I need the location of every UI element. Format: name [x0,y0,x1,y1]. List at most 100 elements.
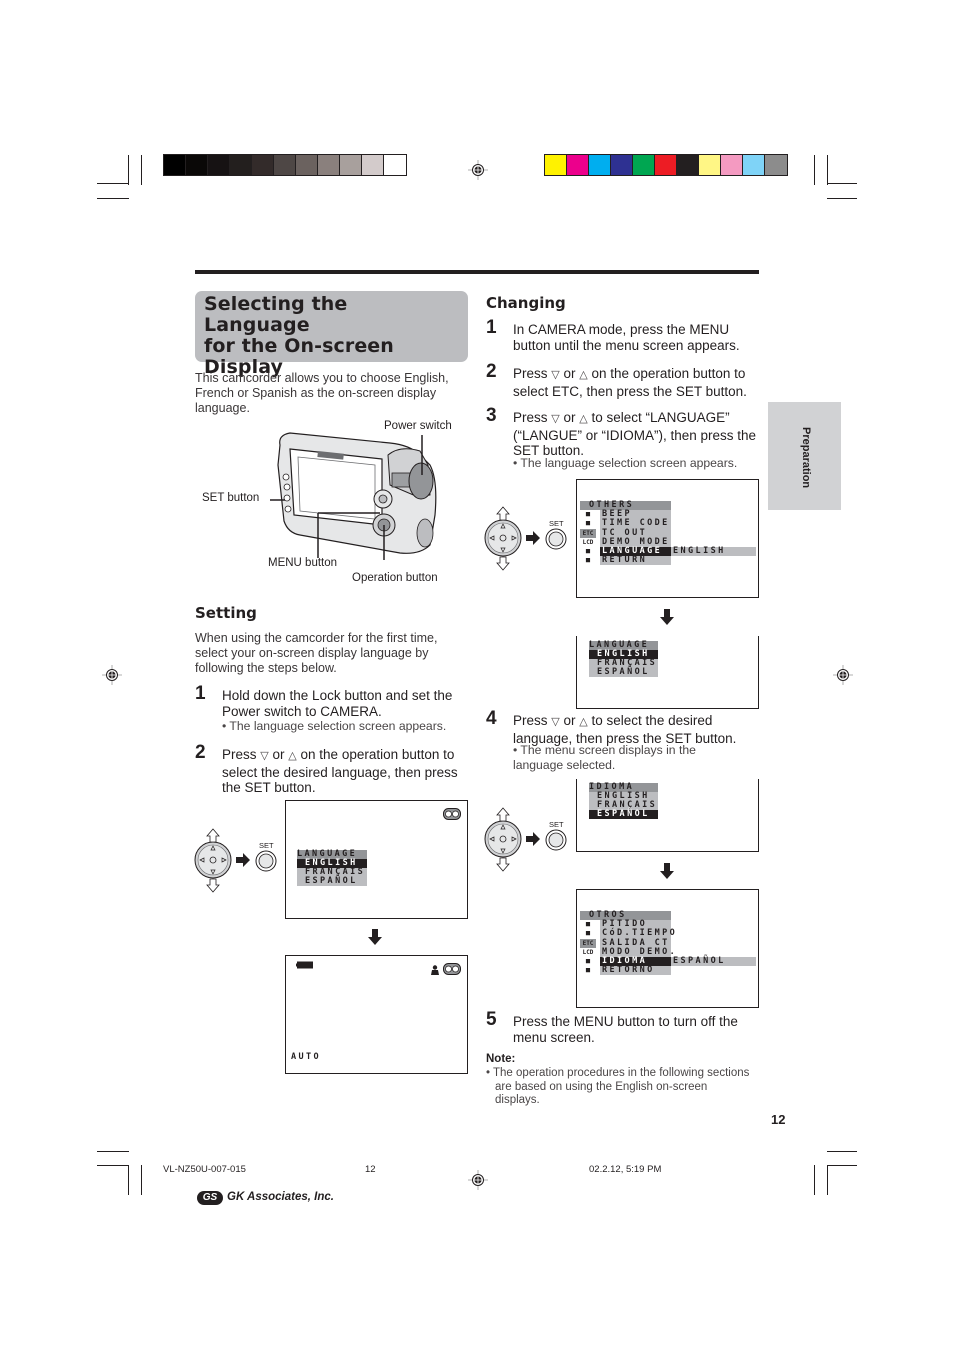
color-swatch [677,155,699,175]
gray-swatch [252,155,274,175]
section-tab-label: Preparation [800,427,812,489]
page-title: Selecting the Language for the On-screen… [195,291,468,381]
down-triangle-icon: ▽ [260,750,269,762]
changing-heading: Changing [486,294,566,312]
color-swatch [545,155,567,175]
up-triangle-icon: △ [288,750,297,762]
step-instruction: to select “LANGUAGE” (“LANGUE” or “IDIOM… [513,410,757,458]
gray-swatch [208,155,230,175]
operation-button-icon [484,506,567,571]
camcorder-illustration [262,425,445,573]
changing-step-3-number: 3 [486,405,497,426]
color-swatch [567,155,589,175]
arrow-down-icon [660,609,674,625]
down-triangle-icon: ▽ [551,716,560,728]
color-swatch [655,155,677,175]
osd-menu-value: ENGLISH [671,546,756,557]
setting-language-screen: LANGUAGE ENGLISH FRANÇAIS ESPAÑOL [285,800,468,919]
operation-diagram: SET [483,807,573,872]
color-swatch [699,155,721,175]
lcd-icon: LCD [580,537,596,547]
registration-mark-icon [833,665,853,685]
press-text: Press [513,366,548,381]
gray-swatch [296,155,318,175]
operation-diagram: SET [193,828,283,893]
arrow-down-icon [660,863,674,879]
gray-swatch [318,155,340,175]
clock-icon: ■ [580,957,596,967]
gray-swatch [384,155,406,175]
intro-text: This camcorder allows you to choose Engl… [195,371,449,415]
footer-doc-id: VL-NZ50U-007-015 [163,1164,246,1175]
press-text: Press [513,410,548,425]
changing-step-5-number: 5 [486,1009,497,1030]
person-icon [431,965,439,975]
changing-step-1-text: In CAMERA mode, press the MENU button un… [513,322,740,353]
changing-step-1-number: 1 [486,317,497,338]
camcorder-icon [262,432,437,573]
return-icon: ■ [580,556,596,566]
down-triangle-icon: ▽ [551,369,560,381]
osd-menu-item[interactable]: RETURN [600,555,671,566]
others-menu-screen: OTHERS ■ BEEP ■ TIME CODE ETC TC OUT LCD DEMO MO… [576,479,759,598]
changing-step-4-number: 4 [486,708,497,729]
set-button-label: SET button [202,492,260,504]
title-line-2: for the On-screen [204,335,394,357]
up-triangle-icon: △ [579,369,588,381]
gray-swatch [362,155,384,175]
osd-menu-value: ESPAÑOL [671,956,756,967]
down-triangle-icon: ▽ [551,413,560,425]
setting-step-2-text: Press ▽ or △ on the operation button to … [222,747,467,796]
gray-swatch [274,155,296,175]
color-swatch [611,155,633,175]
set-label: SET [259,841,274,850]
set-label: SET [549,519,564,528]
etc-icon: ETC [580,528,596,538]
gray-swatch [164,155,186,175]
idioma-select-screen: IDIOMA ENGLISH FRANÇAIS ESPAÑOL [576,779,759,852]
osd-option[interactable]: ESPAÑOL [589,667,658,677]
color-swatch [589,155,611,175]
lcd-icon: LCD [580,947,596,957]
press-text: Press [513,713,548,728]
setting-step-1-number: 1 [195,683,206,704]
operation-diagram: SET [483,506,573,571]
note-label: Note: [486,1053,516,1065]
operation-button-icon [194,828,277,893]
clock-icon: ■ [580,547,596,557]
tape-icon [443,808,461,820]
header-rule [195,270,759,274]
setting-step-2-number: 2 [195,742,206,763]
note-text: • The operation procedures in the follow… [486,1067,750,1107]
changing-step-3-bullet: • The language selection screen appears. [513,456,738,470]
gray-color-bar [163,154,407,176]
publisher-logo-text: GS [202,1192,218,1203]
camera-icon: ■ [580,510,596,520]
section-tab: Preparation [768,402,841,510]
or-text: or [563,366,576,381]
osd-option-selected[interactable]: ESPAÑOL [589,809,658,819]
changing-step-2-text: Press ▽ or △ on the operation button to … [513,366,763,399]
registration-mark-icon [102,665,122,685]
osd-option[interactable]: ESPAÑOL [297,876,367,886]
step-instruction: on the operation button to select the de… [222,747,458,795]
changing-step-5-text: Press the MENU button to turn off the me… [513,1014,738,1045]
process-color-bar [544,154,788,176]
playback-icon: ■ [580,929,596,939]
gray-swatch [230,155,252,175]
osd-menu-item[interactable]: RETORNO [600,965,671,976]
playback-icon: ■ [580,519,596,529]
changing-step-2-number: 2 [486,361,497,382]
title-box: Selecting the Language for the On-screen… [195,291,468,378]
title-line-1: Selecting the Language [204,293,348,336]
setting-heading: Setting [195,604,257,622]
setting-step-1-bullet: • The language selection screen appears. [222,719,447,733]
step-instruction: on the operation button to select ETC, t… [513,366,747,399]
up-triangle-icon: △ [579,716,588,728]
etc-icon: ETC [580,938,596,948]
language-select-screen: LANGUAGE ENGLISH FRANÇAIS ESPAÑOL [576,636,759,709]
footer-datetime: 02.2.12, 5:19 PM [589,1164,662,1175]
setting-intro: When using the camcorder for the first t… [195,631,438,675]
publisher-name: GK Associates, Inc. [227,1191,334,1203]
color-swatch [765,155,787,175]
